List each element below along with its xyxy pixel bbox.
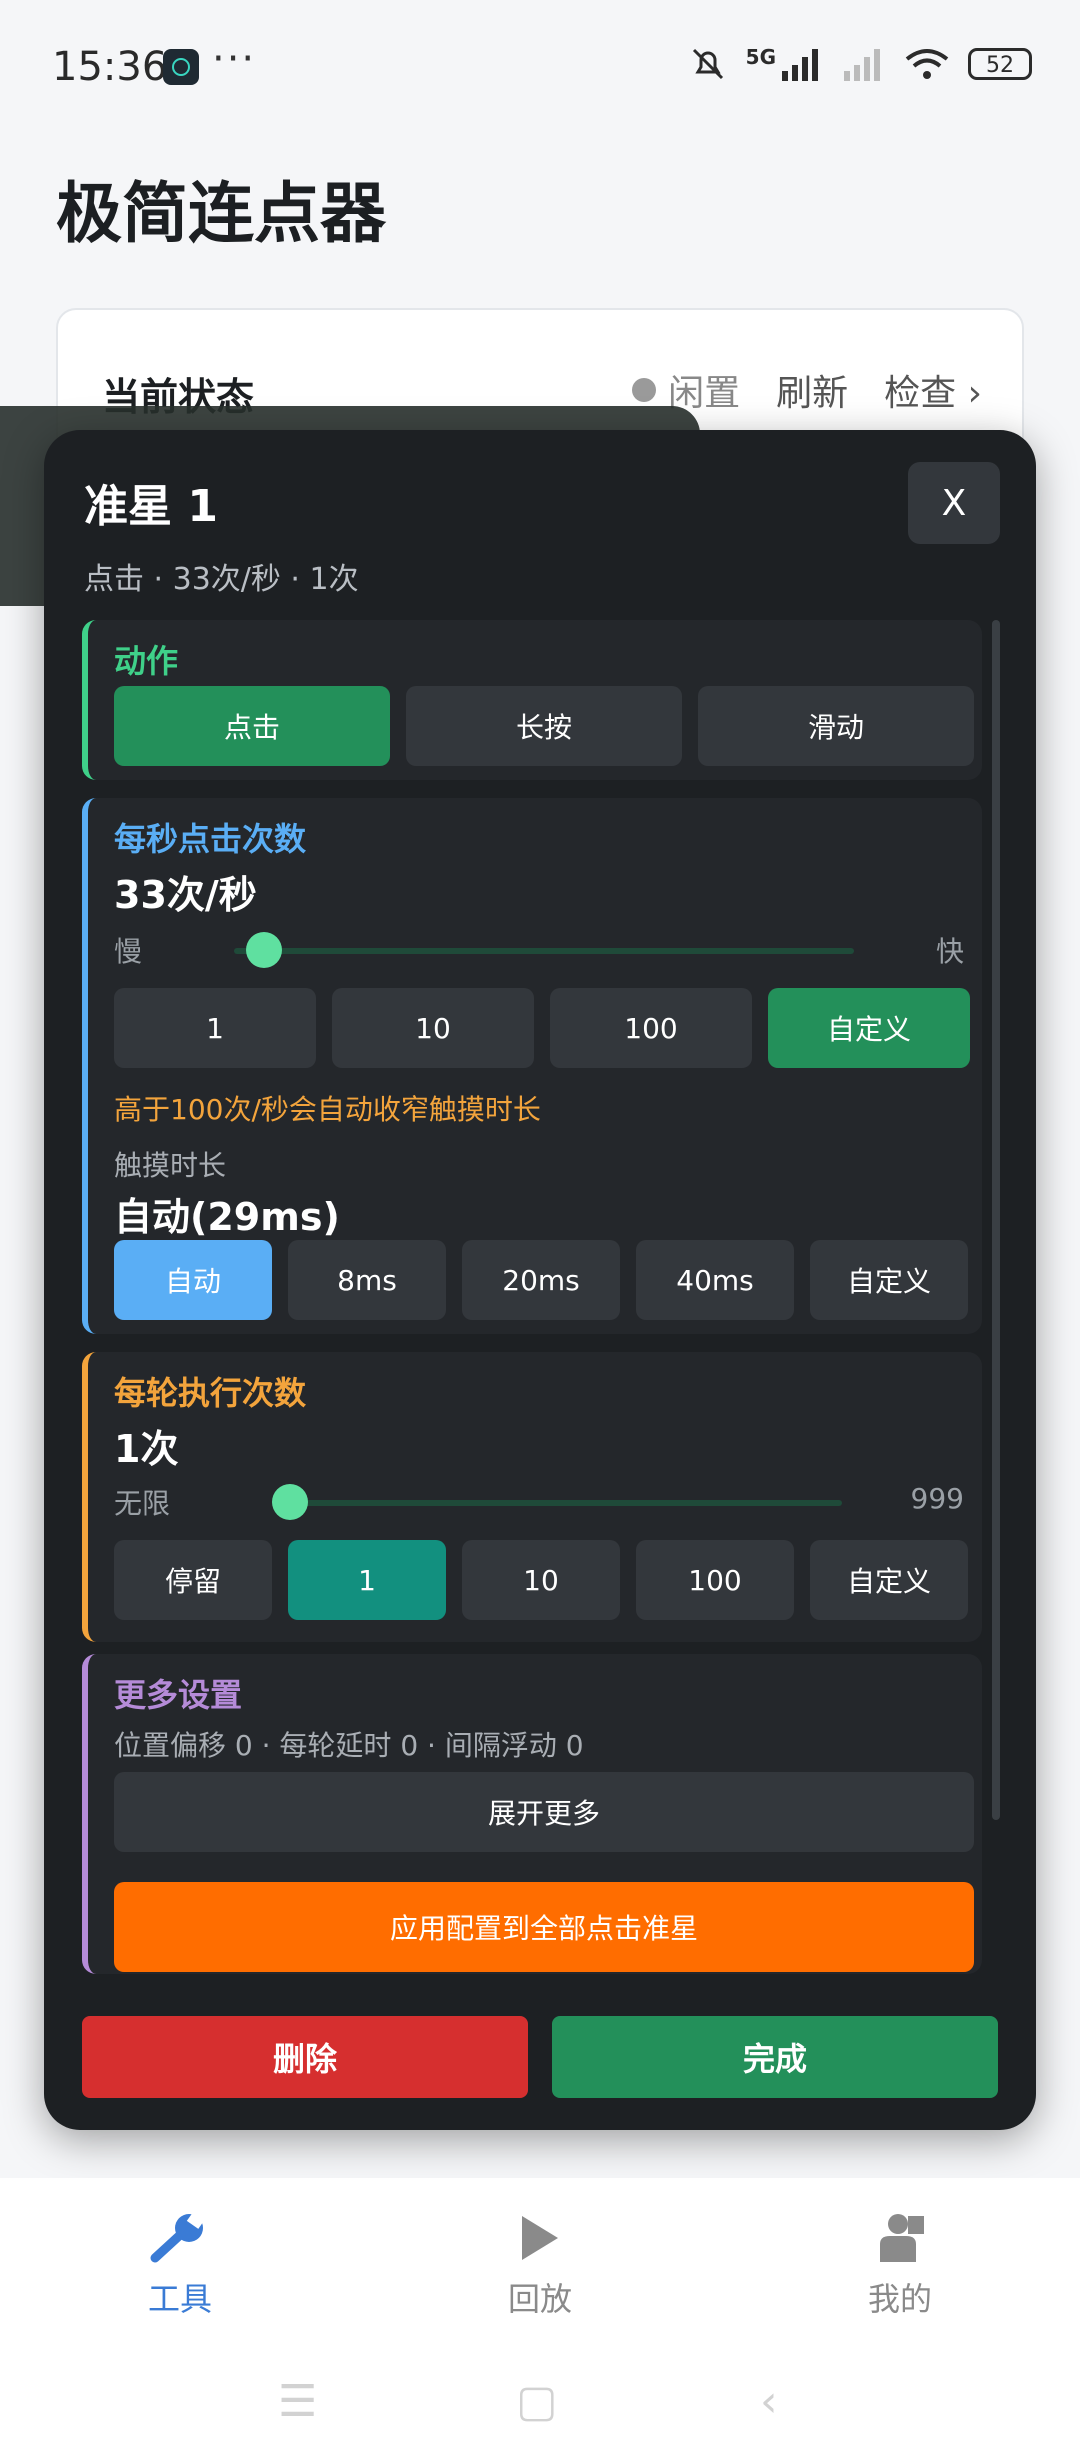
rounds-slider-row: 无限 999 [114, 1482, 964, 1522]
app-title: 极简连点器 [56, 175, 386, 252]
action-option-click[interactable]: 点击 [114, 686, 390, 766]
touch-duration-options: 自动 8ms 20ms 40ms 自定义 [114, 1240, 968, 1320]
rounds-section: 每轮执行次数 1次 无限 999 停留 1 10 100 自定义 [82, 1352, 982, 1642]
rounds-heading: 每轮执行次数 [114, 1374, 307, 1412]
expand-more-button[interactable]: 展开更多 [114, 1772, 974, 1852]
nav-item-tools[interactable]: 工具 [80, 2208, 280, 2320]
status-icons: 5G 52 [688, 44, 1032, 84]
rounds-option-1[interactable]: 1 [288, 1540, 446, 1620]
touch-option-custom[interactable]: 自定义 [810, 1240, 968, 1320]
status-dot-icon [632, 378, 657, 402]
rounds-slider-max-label: 999 [910, 1482, 964, 1515]
close-button[interactable]: X [908, 462, 1000, 544]
nav-label-replay: 回放 [507, 2280, 572, 2318]
app-notification-icon [163, 49, 199, 85]
cps-slider-knob[interactable] [245, 932, 282, 968]
network-type-label: 5G [745, 45, 776, 69]
touch-option-auto[interactable]: 自动 [114, 1240, 272, 1320]
signal-weak-icon [844, 49, 880, 81]
rounds-value: 1次 [114, 1427, 179, 1471]
nav-label-mine: 我的 [867, 2280, 932, 2318]
rounds-option-10[interactable]: 10 [462, 1540, 620, 1620]
touch-duration-value: 自动(29ms) [114, 1195, 340, 1239]
wifi-icon [905, 49, 949, 79]
nav-label-tools: 工具 [147, 2280, 212, 2318]
rounds-slider-knob[interactable] [272, 1484, 308, 1520]
touch-option-20ms[interactable]: 20ms [462, 1240, 620, 1320]
battery-icon: 52 [968, 48, 1032, 80]
action-options: 点击 长按 滑动 [114, 686, 974, 766]
cps-preset-custom[interactable]: 自定义 [768, 988, 970, 1068]
delete-button[interactable]: 删除 [82, 2016, 528, 2098]
person-icon [880, 2214, 924, 2262]
rounds-option-stay[interactable]: 停留 [114, 1540, 272, 1620]
rounds-slider[interactable] [272, 1484, 842, 1520]
cps-heading: 每秒点击次数 [114, 820, 307, 858]
refresh-link[interactable]: 刷新 [776, 364, 848, 416]
cps-slider-row: 慢 快 [114, 930, 964, 970]
cps-value: 33次/秒 [114, 873, 257, 917]
nav-item-replay[interactable]: 回放 [440, 2208, 640, 2320]
more-settings-summary: 位置偏移 0 · 每轮延时 0 · 间隔浮动 0 [114, 1729, 584, 1762]
signal-icon [782, 49, 818, 81]
more-settings-section: 更多设置 位置偏移 0 · 每轮延时 0 · 间隔浮动 0 展开更多 应用配置到… [82, 1654, 982, 1974]
cps-slider[interactable] [234, 932, 854, 968]
menu-gesture-icon[interactable]: ☰ [278, 2376, 317, 2427]
cps-slider-max-label: 快 [935, 935, 964, 968]
more-settings-heading: 更多设置 [114, 1676, 243, 1714]
cps-warning: 高于100次/秒会自动收窄触摸时长 [114, 1093, 541, 1126]
dialog-subtitle: 点击 · 33次/秒 · 1次 [84, 562, 359, 597]
cps-preset-100[interactable]: 100 [550, 988, 752, 1068]
apply-all-button[interactable]: 应用配置到全部点击准星 [114, 1882, 974, 1972]
back-gesture-icon[interactable]: ‹ [760, 2376, 778, 2427]
more-notifications-icon: ··· [212, 36, 257, 82]
done-button[interactable]: 完成 [552, 2016, 998, 2098]
dialog-scrollbar[interactable] [992, 620, 1000, 1820]
check-link[interactable]: 检查 › [884, 364, 982, 416]
nav-item-mine[interactable]: 我的 [800, 2208, 1000, 2320]
wrench-icon [150, 2211, 206, 2263]
cps-slider-min-label: 慢 [114, 935, 143, 968]
status-time: 15:36 [52, 44, 168, 90]
action-section: 动作 点击 长按 滑动 [82, 620, 982, 780]
rounds-option-100[interactable]: 100 [636, 1540, 794, 1620]
rounds-slider-min-label: 无限 [114, 1487, 171, 1520]
home-gesture-icon[interactable]: ▢ [516, 2376, 558, 2427]
touch-duration-label: 触摸时长 [114, 1149, 227, 1182]
action-option-long-press[interactable]: 长按 [406, 686, 682, 766]
action-heading: 动作 [114, 642, 179, 680]
action-option-swipe[interactable]: 滑动 [698, 686, 974, 766]
rounds-options: 停留 1 10 100 自定义 [114, 1540, 968, 1620]
play-icon [522, 2216, 558, 2260]
crosshair-settings-dialog: 准星 1 点击 · 33次/秒 · 1次 X 动作 点击 长按 滑动 每秒点击次… [44, 430, 1036, 2130]
cps-preset-1[interactable]: 1 [114, 988, 316, 1068]
rounds-option-custom[interactable]: 自定义 [810, 1540, 968, 1620]
mute-bell-icon [692, 48, 723, 80]
cps-preset-10[interactable]: 10 [332, 988, 534, 1068]
touch-option-8ms[interactable]: 8ms [288, 1240, 446, 1320]
touch-option-40ms[interactable]: 40ms [636, 1240, 794, 1320]
cps-section: 每秒点击次数 33次/秒 慢 快 1 10 100 自定义 高于100次/秒会自… [82, 798, 982, 1334]
dialog-title: 准星 1 [84, 481, 218, 532]
status-bar: 15:36 ··· 5G 52 [0, 0, 1080, 140]
cps-presets: 1 10 100 自定义 [114, 988, 970, 1068]
